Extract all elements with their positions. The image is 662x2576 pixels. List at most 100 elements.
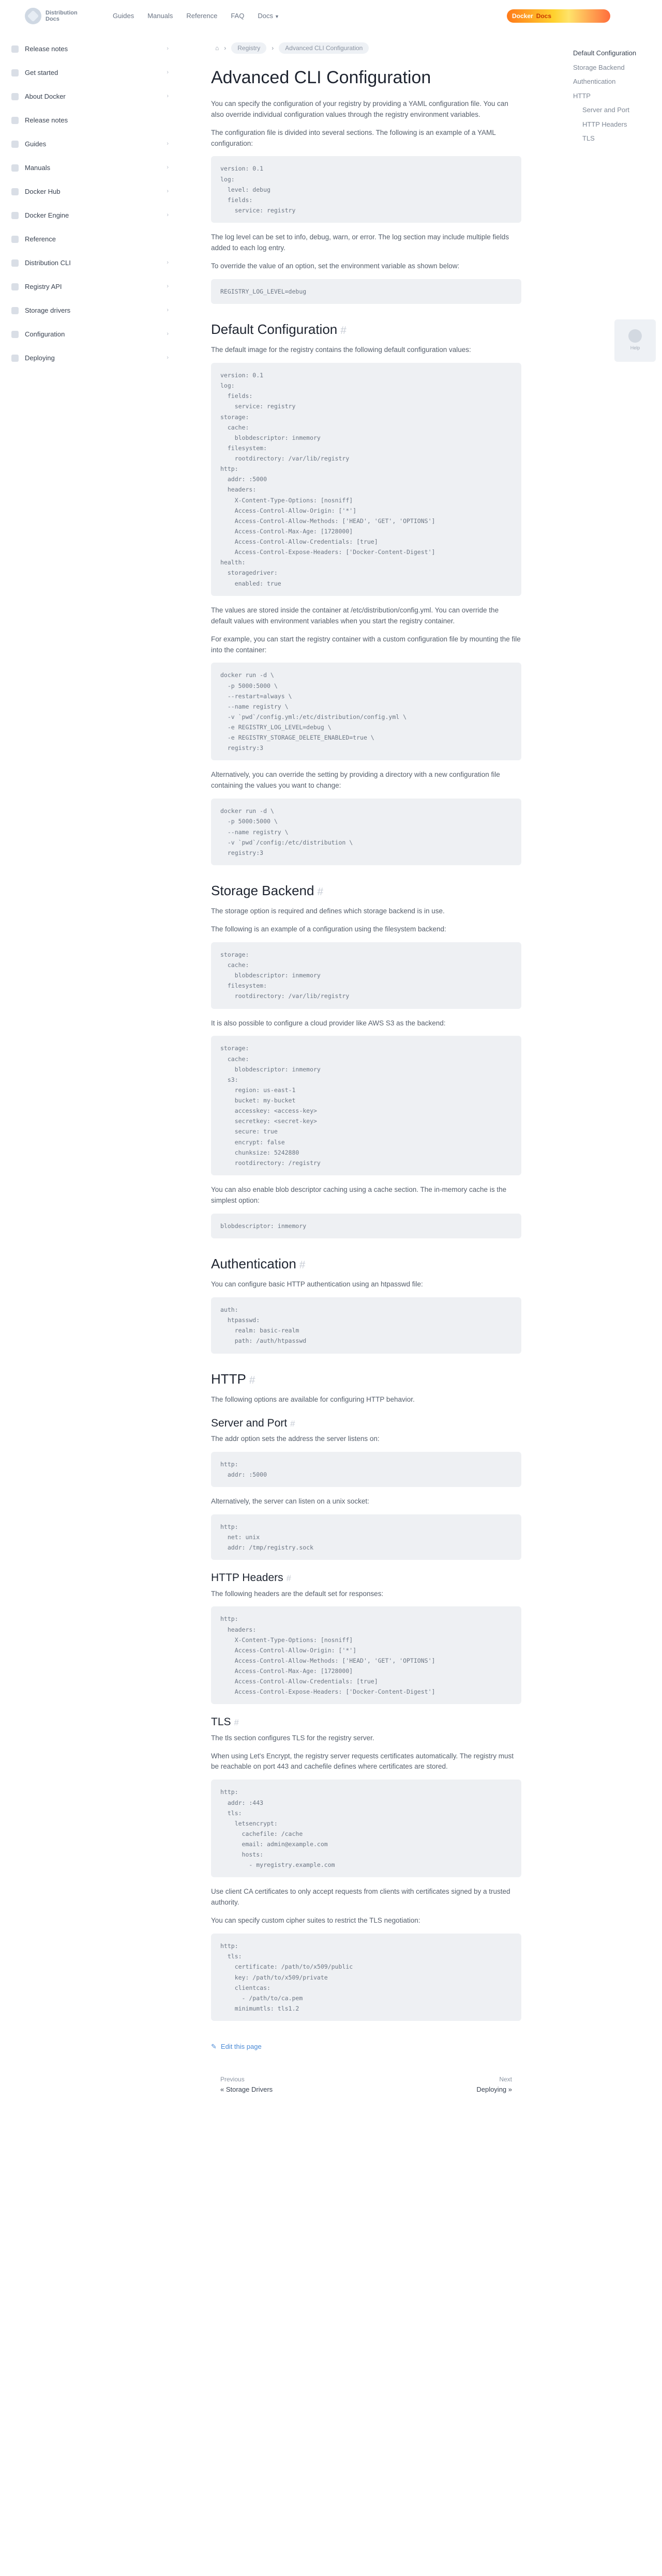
- sidebar-item[interactable]: Docker Engine ›: [0, 204, 181, 227]
- code-block[interactable]: blobdescriptor: inmemory: [211, 1213, 521, 1238]
- paragraph: You can also enable blob descriptor cach…: [211, 1185, 507, 1204]
- top-nav-reference[interactable]: Reference: [186, 11, 217, 21]
- banner-right-text: Docs: [536, 12, 552, 20]
- section-icon: [11, 188, 19, 195]
- paragraph: Use client CA certificates to only accep…: [211, 1888, 510, 1907]
- toc-item[interactable]: HTTP Headers: [573, 120, 645, 129]
- top-nav-faq[interactable]: FAQ: [231, 11, 244, 21]
- subsection-heading: Server and Port #: [211, 1417, 295, 1429]
- section-heading: Storage Backend #: [211, 882, 324, 898]
- paragraph: You can specify custom cipher suites to …: [211, 1916, 420, 1925]
- anchor-link-icon[interactable]: #: [340, 325, 347, 336]
- toc-item[interactable]: Server and Port: [573, 105, 645, 115]
- sidebar-item[interactable]: About Docker ›: [0, 85, 181, 109]
- paragraph: When using Let's Encrypt, the registry s…: [211, 1752, 514, 1771]
- breadcrumb-current: Advanced CLI Configuration: [279, 42, 369, 54]
- sidebar-item[interactable]: Deploying ›: [0, 346, 181, 370]
- section-icon: [11, 141, 19, 148]
- paragraph: It is also possible to configure a cloud…: [211, 1019, 446, 1027]
- section-icon: [11, 355, 19, 362]
- sidebar-item[interactable]: Manuals ›: [0, 156, 181, 180]
- help-button[interactable]: Help: [614, 319, 656, 362]
- banner-left-text: Docker: [512, 12, 533, 20]
- section-icon: [11, 331, 19, 338]
- top-nav-manuals[interactable]: Manuals: [147, 11, 173, 21]
- paragraph: The addr option sets the address the ser…: [211, 1434, 380, 1443]
- code-block[interactable]: version: 0.1 log: fields: service: regis…: [211, 363, 521, 596]
- section-heading: Default Configuration #: [211, 321, 347, 337]
- promo-banner[interactable]: Docker Docs: [507, 9, 610, 23]
- toc-item[interactable]: TLS: [573, 134, 645, 143]
- sidebar-item[interactable]: Guides ›: [0, 132, 181, 156]
- table-of-contents: Default Configuration Storage Backend Au…: [573, 49, 645, 148]
- anchor-link-icon[interactable]: #: [234, 1718, 239, 1727]
- breadcrumb-item[interactable]: Registry: [231, 42, 267, 54]
- page-title: Advanced CLI Configuration: [211, 68, 431, 87]
- section-icon: [11, 69, 19, 76]
- code-block[interactable]: auth: htpasswd: realm: basic-realm path:…: [211, 1297, 521, 1354]
- chevron-right-icon: ›: [167, 355, 169, 361]
- anchor-link-icon[interactable]: #: [249, 1374, 255, 1386]
- toc-item[interactable]: Storage Backend: [573, 63, 645, 72]
- section-icon: [11, 236, 19, 243]
- code-block[interactable]: storage: cache: blobdescriptor: inmemory…: [211, 1036, 521, 1175]
- anchor-link-icon[interactable]: #: [299, 1259, 306, 1271]
- code-block[interactable]: http: headers: X-Content-Type-Options: […: [211, 1606, 521, 1705]
- logo-line-2: Docs: [46, 16, 59, 22]
- chevron-right-icon: ›: [167, 45, 169, 52]
- code-block[interactable]: storage: cache: blobdescriptor: inmemory…: [211, 942, 521, 1009]
- section-icon: [11, 117, 19, 124]
- sidebar-item[interactable]: Reference: [0, 227, 181, 251]
- chevron-right-icon: ›: [167, 164, 169, 171]
- sidebar-item[interactable]: Configuration ›: [0, 323, 181, 346]
- logo-icon: [25, 8, 41, 24]
- top-nav-guides[interactable]: Guides: [113, 11, 134, 21]
- paragraph: The following is an example of a configu…: [211, 925, 446, 933]
- code-block[interactable]: http: tls: certificate: /path/to/x509/pu…: [211, 1934, 521, 2021]
- top-nav-docs-dropdown[interactable]: Docs ▼: [258, 11, 279, 21]
- sidebar-nav: Release notes › Get started › About Docker…: [0, 37, 181, 370]
- help-icon: [628, 329, 642, 343]
- home-icon[interactable]: ⌂: [215, 43, 219, 53]
- code-block[interactable]: version: 0.1 log: level: debug fields: s…: [211, 156, 521, 223]
- pager-previous[interactable]: Previous « Storage Drivers: [220, 2075, 273, 2095]
- edit-page-link[interactable]: ✎ Edit this page: [211, 2042, 521, 2052]
- sidebar-item[interactable]: Storage drivers ›: [0, 299, 181, 323]
- paragraph: The following options are available for …: [211, 1395, 415, 1403]
- sidebar-item[interactable]: Release notes: [0, 109, 181, 132]
- sidebar-item[interactable]: Release notes ›: [0, 37, 181, 61]
- anchor-link-icon[interactable]: #: [287, 1573, 291, 1583]
- code-block[interactable]: docker run -d \ -p 5000:5000 \ --name re…: [211, 799, 521, 865]
- site-logo[interactable]: Distribution Docs: [25, 8, 92, 24]
- section-icon: [11, 45, 19, 53]
- code-block[interactable]: http: addr: :5000: [211, 1451, 521, 1488]
- paragraph: The log level can be set to info, debug,…: [211, 233, 509, 252]
- code-block[interactable]: http: net: unix addr: /tmp/registry.sock: [211, 1514, 521, 1560]
- sidebar-item[interactable]: Docker Hub ›: [0, 180, 181, 204]
- section-heading: Authentication #: [211, 1255, 306, 1271]
- sidebar-item[interactable]: Registry API ›: [0, 275, 181, 299]
- pager: Previous « Storage Drivers Next Deployin…: [211, 2075, 521, 2095]
- code-block[interactable]: REGISTRY_LOG_LEVEL=debug: [211, 279, 521, 304]
- paragraph: You can specify the configuration of you…: [211, 99, 508, 118]
- section-icon: [11, 307, 19, 314]
- subsection-heading: HTTP Headers #: [211, 1572, 292, 1584]
- toc-item[interactable]: Authentication: [573, 77, 645, 86]
- pencil-icon: ✎: [211, 2043, 217, 2051]
- section-icon: [11, 212, 19, 219]
- code-block[interactable]: http: addr: :443 tls: letsencrypt: cache…: [211, 1780, 521, 1878]
- toc-item[interactable]: HTTP: [573, 91, 645, 101]
- paragraph: The configuration file is divided into s…: [211, 128, 496, 147]
- chevron-right-icon: ›: [167, 93, 169, 100]
- paragraph: The tls section configures TLS for the r…: [211, 1734, 374, 1742]
- paragraph: Alternatively, you can override the sett…: [211, 771, 500, 790]
- sidebar-item[interactable]: Distribution CLI ›: [0, 251, 181, 275]
- subsection-heading: TLS #: [211, 1716, 239, 1728]
- toc-item[interactable]: Default Configuration: [573, 49, 645, 58]
- pager-next[interactable]: Next Deploying »: [476, 2075, 512, 2095]
- anchor-link-icon[interactable]: #: [290, 1419, 295, 1429]
- code-block[interactable]: docker run -d \ -p 5000:5000 \ --restart…: [211, 663, 521, 761]
- sidebar-item[interactable]: Get started ›: [0, 61, 181, 85]
- anchor-link-icon[interactable]: #: [317, 886, 323, 898]
- top-nav: Guides Manuals Reference FAQ Docs ▼: [113, 11, 279, 21]
